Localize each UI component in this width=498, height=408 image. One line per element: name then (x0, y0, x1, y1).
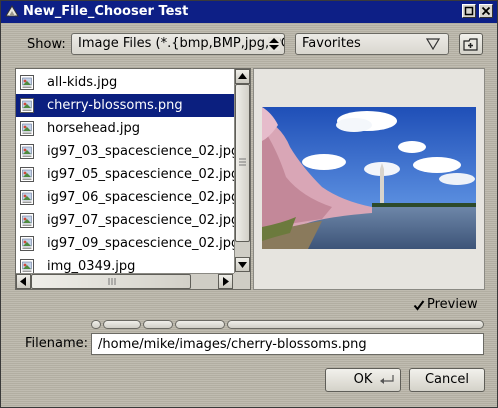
scroll-up-button[interactable] (235, 69, 250, 84)
progress-segment (143, 320, 173, 329)
preview-pane (253, 68, 485, 290)
maximize-icon (464, 6, 474, 16)
ok-label: OK (353, 372, 373, 387)
file-list-item[interactable]: cherry-blossoms.png (16, 94, 234, 117)
image-file-icon (20, 98, 34, 113)
file-list-item[interactable]: ig97_05_spacescience_02.jpg (16, 163, 234, 186)
file-list-item[interactable]: ig97_09_spacescience_02.jpg (16, 232, 234, 255)
image-file-icon (20, 190, 34, 205)
progress-indicator (91, 320, 484, 329)
progress-segment (227, 320, 484, 329)
filter-label: Show: (27, 37, 66, 52)
scrollbar-corner (234, 273, 250, 289)
grip-icon (108, 278, 116, 285)
file-name: ig97_05_spacescience_02.jpg (47, 167, 234, 182)
scroll-right-button[interactable] (218, 274, 233, 289)
file-name: cherry-blossoms.png (47, 98, 183, 113)
maximize-button[interactable] (462, 4, 476, 18)
file-chooser-window: New_File_Chooser Test Show: Image Files … (0, 0, 498, 408)
horizontal-scrollbar[interactable] (16, 273, 234, 289)
image-file-icon (20, 259, 34, 274)
progress-segment (175, 320, 225, 329)
close-icon (481, 6, 491, 16)
spin-arrows-icon (268, 37, 280, 51)
file-name: ig97_07_spacescience_02.jpg (47, 213, 234, 228)
file-name: all-kids.jpg (47, 75, 118, 90)
file-list-item[interactable]: ig97_03_spacescience_02.jpg (16, 140, 234, 163)
file-list-item[interactable]: all-kids.jpg (16, 71, 234, 94)
vertical-scroll-thumb[interactable] (235, 84, 250, 242)
filter-value: Image Files (*.{bmp,BMP,jpg,JPG,png,PNG}… (78, 36, 284, 51)
arrow-up-icon (238, 73, 247, 79)
arrow-left-icon (20, 277, 26, 286)
grip-icon (239, 158, 246, 166)
file-list-item[interactable]: ig97_06_spacescience_02.jpg (16, 186, 234, 209)
enter-key-icon (380, 375, 394, 384)
chevron-down-icon (426, 38, 440, 50)
arrow-down-icon (238, 262, 247, 268)
preview-label[interactable]: Preview (427, 297, 478, 312)
title-bar[interactable]: New_File_Chooser Test (1, 1, 497, 23)
scroll-down-button[interactable] (235, 257, 250, 272)
image-file-icon (20, 167, 34, 182)
new-folder-button[interactable] (459, 33, 483, 55)
image-file-icon (20, 144, 34, 159)
preview-checkbox[interactable] (413, 299, 425, 311)
file-name: ig97_09_spacescience_02.jpg (47, 236, 234, 251)
image-file-icon (20, 121, 34, 136)
progress-segment (103, 320, 141, 329)
arrow-right-icon (223, 277, 229, 286)
file-list[interactable]: all-kids.jpg cherry-blossoms.png horsehead… (15, 68, 251, 290)
preview-image (262, 107, 476, 249)
vertical-scrollbar[interactable] (234, 69, 250, 273)
ok-button[interactable]: OK (325, 368, 401, 392)
favorites-value: Favorites (302, 36, 361, 51)
filter-select[interactable]: Image Files (*.{bmp,BMP,jpg,JPG,png,PNG}… (71, 33, 285, 55)
window-title: New_File_Chooser Test (23, 4, 189, 19)
dialog-body: Show: Image Files (*.{bmp,BMP,jpg,JPG,pn… (1, 23, 497, 407)
file-list-item[interactable]: ig97_07_spacescience_02.jpg (16, 209, 234, 232)
horizontal-scroll-thumb[interactable] (31, 274, 191, 289)
image-file-icon (20, 236, 34, 251)
new-folder-icon (463, 38, 478, 51)
filename-input[interactable] (91, 333, 484, 355)
close-button[interactable] (479, 4, 493, 18)
file-name: ig97_06_spacescience_02.jpg (47, 190, 234, 205)
filename-label: Filename: (25, 336, 89, 351)
file-name: horsehead.jpg (47, 121, 141, 136)
image-file-icon (20, 213, 34, 228)
progress-segment (91, 320, 101, 329)
image-file-icon (20, 75, 34, 90)
cancel-label: Cancel (424, 372, 470, 387)
file-list-item[interactable]: horsehead.jpg (16, 117, 234, 140)
window-menu-icon[interactable] (5, 4, 19, 18)
cancel-button[interactable]: Cancel (409, 368, 485, 392)
file-name: ig97_03_spacescience_02.jpg (47, 144, 234, 159)
scroll-left-button[interactable] (16, 274, 31, 289)
favorites-select[interactable]: Favorites (295, 33, 449, 55)
